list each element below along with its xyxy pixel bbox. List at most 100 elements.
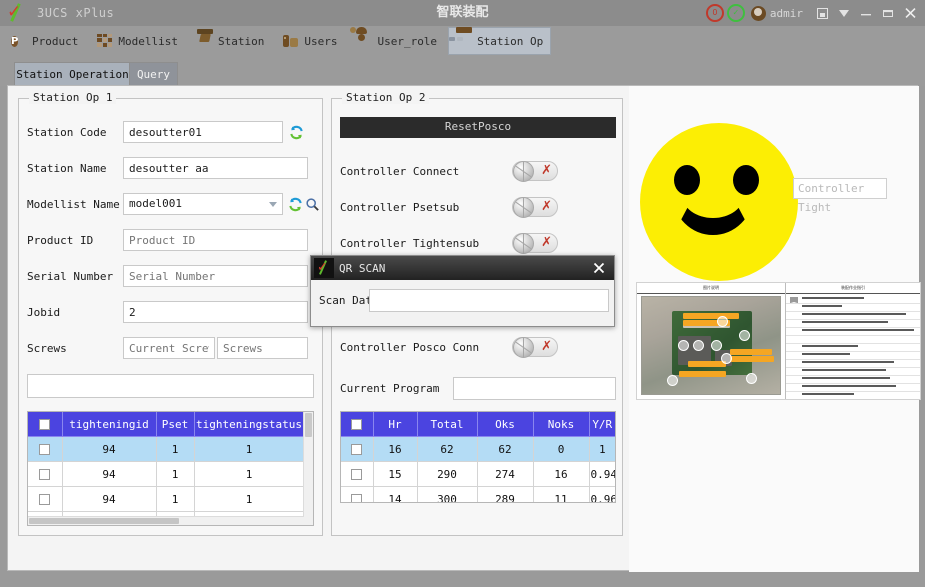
scan-data-input[interactable]	[369, 289, 609, 312]
row-checkbox-cell[interactable]	[341, 486, 374, 502]
menu-item-station-op[interactable]: Station Op	[448, 26, 552, 55]
pin-window-icon[interactable]	[833, 3, 855, 23]
qr-dialog-title-bar: ✓ QR SCAN	[311, 256, 614, 280]
table-row[interactable]: 14 300 289 11 0.9633	[341, 486, 615, 502]
refresh-icon[interactable]	[289, 125, 304, 140]
cell-tighteningstatus: 1	[194, 461, 304, 487]
statistics-grid[interactable]: Hr Total Oks Noks Y/R 16 62 62 0 1 15 29…	[340, 411, 616, 503]
user-role-icon	[350, 26, 372, 49]
menu-item-user-role[interactable]: User_role	[348, 26, 445, 55]
screws-total-input[interactable]	[217, 337, 308, 359]
controller-psetsub-toggle[interactable]: ✗	[512, 197, 558, 218]
row-checkbox[interactable]	[351, 444, 363, 455]
cell-total: 290	[417, 461, 478, 487]
cell-pset: 1	[156, 486, 195, 512]
table-row[interactable]: 94 1 1	[28, 486, 304, 512]
station-name-label: Station Name	[27, 161, 107, 175]
row-checkbox-cell[interactable]	[28, 486, 63, 512]
jobid-label: Jobid	[27, 305, 61, 319]
controller-posco-conn-label: Controller Posco Conn	[340, 340, 480, 354]
station-op-1-panel: Station Op 1 Station Code Station Name	[18, 91, 323, 536]
toggle-knob-icon	[513, 197, 534, 218]
select-all-checkbox[interactable]	[351, 419, 363, 430]
row-checkbox-cell[interactable]	[341, 461, 374, 487]
table-header-row: tighteningid Pset tighteningstatus torq	[28, 412, 304, 437]
station-name-input[interactable]	[123, 157, 308, 179]
table-row[interactable]: 15 290 274 16 0.9448	[341, 461, 615, 487]
controller-tight-input[interactable]: Controller Tight	[793, 178, 887, 214]
controller-connect-toggle[interactable]: ✗	[512, 161, 558, 182]
row-checkbox[interactable]	[351, 469, 363, 480]
row-checkbox-cell[interactable]	[28, 461, 63, 487]
cell-hr: 15	[373, 461, 418, 487]
col-total[interactable]: Total	[417, 412, 478, 437]
online-status-icon[interactable]: ✓	[726, 4, 745, 22]
col-tighteningid[interactable]: tighteningid	[62, 412, 157, 437]
jobid-input[interactable]	[123, 301, 308, 323]
select-all-header[interactable]	[28, 412, 63, 437]
toggle-knob-icon	[513, 337, 534, 358]
maximize-icon[interactable]	[877, 3, 899, 23]
col-tighteningstatus[interactable]: tighteningstatus	[194, 412, 304, 437]
cell-pset: 1	[156, 436, 195, 462]
check-logo-icon: ✓	[314, 258, 334, 278]
main-content-area: Station Op 1 Station Code Station Name	[7, 85, 921, 572]
row-checkbox[interactable]	[39, 469, 51, 480]
status-message-input[interactable]	[27, 374, 314, 398]
minimize-icon[interactable]	[855, 3, 877, 23]
menu-item-label: Station	[217, 34, 265, 48]
instruction-image-pane: 图片说明	[637, 283, 786, 399]
current-screw-input[interactable]	[123, 337, 215, 359]
alert-count-badge[interactable]: 0	[705, 4, 724, 22]
tightening-table: tighteningid Pset tighteningstatus torq …	[28, 412, 304, 517]
modellist-name-combo[interactable]: model001	[123, 193, 283, 215]
col-yr[interactable]: Y/R	[589, 412, 615, 437]
cell-tighteningstatus: 1	[194, 436, 304, 462]
user-name-label: admir	[769, 6, 803, 20]
col-oks[interactable]: Oks	[477, 412, 534, 437]
app-title: 3UCS xPlus	[37, 6, 115, 20]
table-header-row: Hr Total Oks Noks Y/R	[341, 412, 615, 437]
qr-scan-dialog[interactable]: ✓ QR SCAN Scan Data	[310, 255, 615, 327]
close-icon[interactable]	[899, 3, 921, 23]
tab-station-operation[interactable]: Station Operation	[14, 62, 131, 87]
tab-query[interactable]: Query	[129, 62, 178, 87]
current-program-label: Current Program	[340, 382, 440, 395]
station-code-input[interactable]	[123, 121, 283, 143]
work-instruction-document[interactable]: 图片说明 装配作业指引	[636, 282, 921, 400]
menu-item-station[interactable]: Station	[189, 27, 272, 55]
reset-posco-button[interactable]: ResetPosco	[340, 117, 616, 138]
instruction-image-header: 图片说明	[637, 283, 785, 294]
row-checkbox[interactable]	[39, 444, 51, 455]
row-checkbox[interactable]	[39, 494, 51, 505]
serial-number-input[interactable]	[123, 265, 308, 287]
row-checkbox[interactable]	[351, 494, 363, 502]
table-row[interactable]: 94 1 1	[28, 461, 304, 487]
cell-yr: 0.9633	[589, 486, 615, 502]
refresh-icon[interactable]	[288, 197, 303, 212]
controller-posco-conn-toggle[interactable]: ✗	[512, 337, 558, 358]
controller-tightensub-toggle[interactable]: ✗	[512, 233, 558, 254]
col-noks[interactable]: Noks	[533, 412, 590, 437]
col-pset[interactable]: Pset	[156, 412, 195, 437]
menu-item-product[interactable]: P Product	[3, 27, 86, 55]
search-icon[interactable]	[305, 197, 320, 212]
pcb-assembly-photo	[641, 296, 781, 395]
select-all-checkbox[interactable]	[39, 419, 51, 430]
select-all-header[interactable]	[341, 412, 374, 437]
col-hr[interactable]: Hr	[373, 412, 418, 437]
row-checkbox-cell[interactable]	[341, 436, 374, 462]
grid-vertical-scrollbar[interactable]	[303, 412, 313, 525]
table-row[interactable]: 16 62 62 0 1	[341, 436, 615, 462]
grid-horizontal-scrollbar[interactable]	[28, 516, 304, 525]
current-program-input[interactable]	[453, 377, 616, 400]
close-icon[interactable]	[584, 256, 614, 280]
table-row[interactable]: 94 1 1	[28, 436, 304, 462]
row-checkbox-cell[interactable]	[28, 436, 63, 462]
restore-window-icon[interactable]	[811, 3, 833, 23]
menu-item-users[interactable]: Users	[275, 27, 345, 55]
menu-item-modellist[interactable]: Modellist	[89, 27, 186, 55]
instruction-text-header: 装配作业指引	[786, 283, 920, 294]
product-id-input[interactable]	[123, 229, 308, 251]
tightening-grid[interactable]: tighteningid Pset tighteningstatus torq …	[27, 411, 314, 526]
